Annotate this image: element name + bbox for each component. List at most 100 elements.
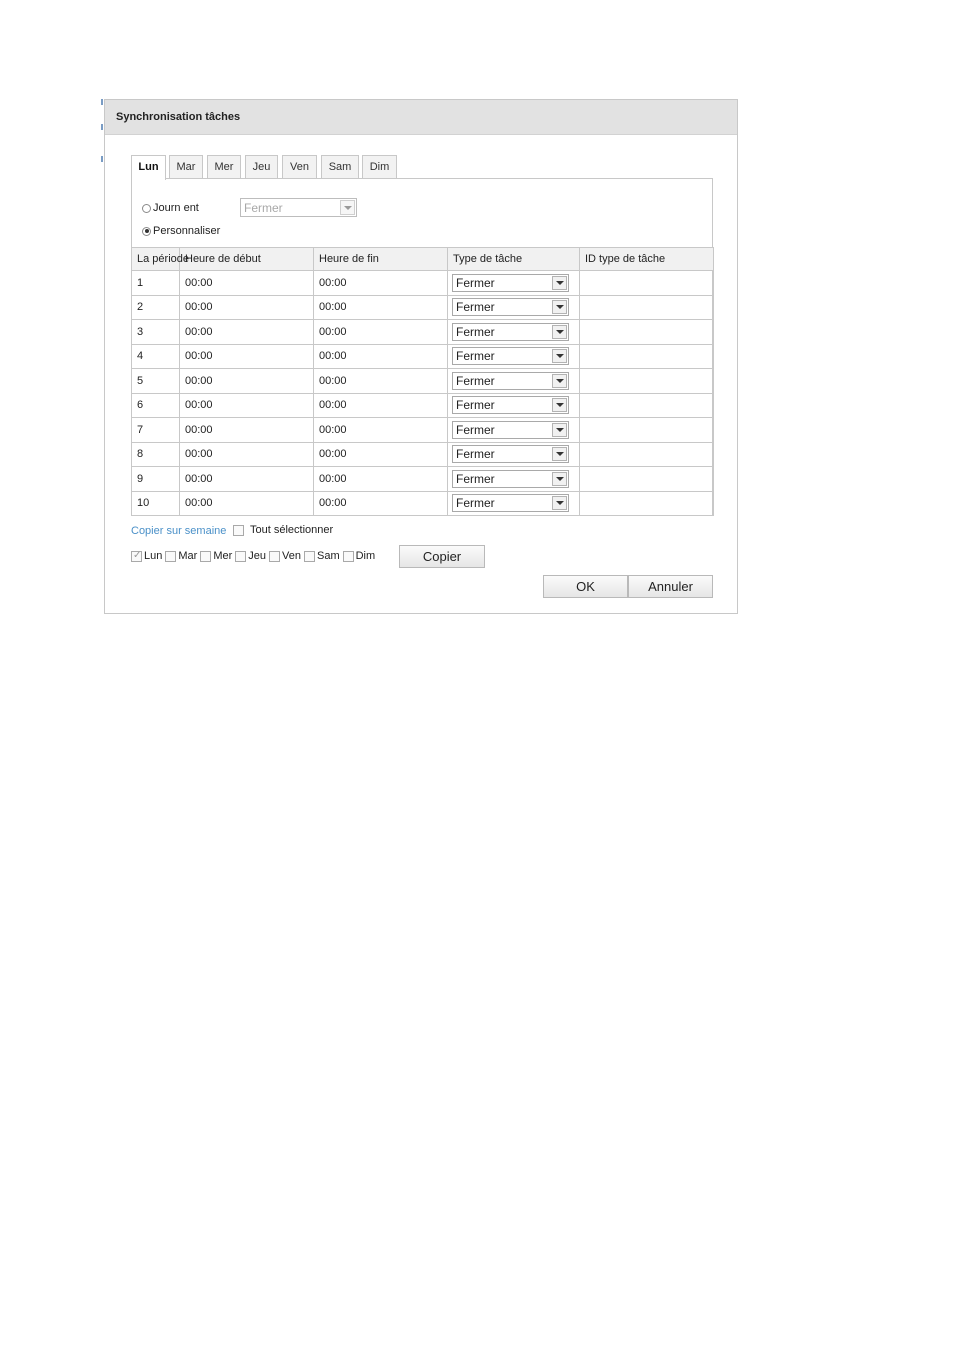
copy-day-label: Jeu [248,550,267,562]
task-type-id-cell[interactable] [579,490,714,516]
copy-day-sam[interactable]: Sam [303,550,340,562]
end-time-cell[interactable]: 00:00 [313,490,448,516]
checkbox-icon[interactable] [200,550,212,562]
chevron-down-icon [556,305,564,310]
custom-radio-icon[interactable] [142,226,151,236]
copy-button[interactable]: Copier [399,545,485,568]
end-time-cell[interactable]: 00:00 [313,368,448,394]
select-all-checkbox[interactable] [233,524,244,536]
tab-ven[interactable]: Ven [282,155,317,178]
end-time-cell[interactable]: 00:00 [313,392,448,418]
tab-mar[interactable]: Mar [169,155,203,178]
copy-day-label: Mar [178,550,198,562]
dropdown-button[interactable] [552,373,567,388]
tab-sam[interactable]: Sam [321,155,359,178]
task-type-select[interactable]: Fermer [452,445,569,464]
dropdown-button[interactable] [552,349,567,364]
column-header: ID type de tâche [579,247,714,271]
dropdown-button[interactable] [552,324,567,339]
tab-dim[interactable]: Dim [362,155,397,178]
task-type-cell: Fermer [447,368,580,394]
copy-day-ven[interactable]: Ven [269,550,301,562]
task-type-id-cell[interactable] [579,392,714,418]
task-type-id-cell[interactable] [579,294,714,320]
checkbox-icon[interactable] [342,550,354,562]
task-type-id-cell[interactable] [579,417,714,443]
checkbox-icon[interactable] [235,550,247,562]
cancel-button[interactable]: Annuler [628,575,713,598]
period-cell: 7 [131,417,180,443]
task-type-id-cell[interactable] [579,343,714,369]
copy-day-mer[interactable]: Mer [200,550,232,562]
full-day-type-select[interactable]: Fermer [240,198,357,217]
dropdown-button[interactable] [552,275,567,290]
table-row: 5 00:00 00:00 Fermer [131,368,714,394]
copy-day-dim[interactable]: Dim [342,550,375,562]
full-day-option[interactable]: Journ ent [142,202,199,214]
start-time-cell[interactable]: 00:00 [179,392,314,418]
dropdown-button[interactable] [552,471,567,486]
tab-mer[interactable]: Mer [207,155,241,178]
table-row: 1 00:00 00:00 Fermer [131,270,714,296]
dropdown-button[interactable] [552,447,567,462]
checkbox-icon[interactable] [303,550,315,562]
custom-option[interactable]: Personnaliser [142,225,220,237]
task-type-select[interactable]: Fermer [452,273,569,292]
task-type-id-cell[interactable] [579,270,714,296]
start-time-cell[interactable]: 00:00 [179,319,314,345]
task-type-id-cell[interactable] [579,441,714,467]
task-type-id-cell[interactable] [579,466,714,492]
copy-day-label: Lun [144,550,163,562]
start-time-cell[interactable]: 00:00 [179,417,314,443]
copy-day-label: Sam [316,550,340,562]
copy-day-jeu[interactable]: Jeu [235,550,266,562]
copy-to-week-link[interactable]: Copier sur semaine [131,525,226,537]
table-row: 7 00:00 00:00 Fermer [131,417,714,443]
full-day-radio-icon[interactable] [142,203,151,213]
table-row: 2 00:00 00:00 Fermer [131,294,714,320]
copy-day-lun[interactable]: Lun [131,550,162,562]
dropdown-button[interactable] [552,398,567,413]
start-time-cell[interactable]: 00:00 [179,490,314,516]
task-type-select[interactable]: Fermer [452,469,569,488]
table-row: 10 00:00 00:00 Fermer [131,490,714,516]
chevron-down-icon [556,354,564,359]
start-time-cell[interactable]: 00:00 [179,441,314,467]
end-time-cell[interactable]: 00:00 [313,466,448,492]
task-type-select[interactable]: Fermer [452,347,569,366]
checkbox-icon[interactable] [165,550,177,562]
task-type-select[interactable]: Fermer [452,322,569,341]
start-time-cell[interactable]: 00:00 [179,294,314,320]
ok-button[interactable]: OK [543,575,628,598]
end-time-cell[interactable]: 00:00 [313,319,448,345]
task-type-select[interactable]: Fermer [452,420,569,439]
task-type-select[interactable]: Fermer [452,298,569,317]
full-day-select-value: Fermer [244,201,283,215]
dropdown-button[interactable] [552,300,567,315]
end-time-cell[interactable]: 00:00 [313,343,448,369]
end-time-cell[interactable]: 00:00 [313,294,448,320]
copy-day-mar[interactable]: Mar [165,550,197,562]
dropdown-button[interactable] [552,422,567,437]
select-all-option[interactable]: Tout sélectionner [233,524,333,536]
end-time-cell[interactable]: 00:00 [313,441,448,467]
start-time-cell[interactable]: 00:00 [179,466,314,492]
task-type-select[interactable]: Fermer [452,494,569,513]
task-type-id-cell[interactable] [579,319,714,345]
checkbox-icon[interactable] [269,550,281,562]
end-time-cell[interactable]: 00:00 [313,270,448,296]
start-time-cell[interactable]: 00:00 [179,270,314,296]
start-time-cell[interactable]: 00:00 [179,368,314,394]
task-type-cell: Fermer [447,392,580,418]
task-type-id-cell[interactable] [579,368,714,394]
tab-jeu[interactable]: Jeu [245,155,278,178]
task-type-select[interactable]: Fermer [452,396,569,415]
start-time-cell[interactable]: 00:00 [179,343,314,369]
task-type-select[interactable]: Fermer [452,371,569,390]
checkbox-icon[interactable] [131,550,142,562]
tab-lun[interactable]: Lun [131,155,166,180]
chevron-down-icon [344,206,352,210]
end-time-cell[interactable]: 00:00 [313,417,448,443]
dropdown-button[interactable] [340,200,355,215]
dropdown-button[interactable] [552,496,567,511]
